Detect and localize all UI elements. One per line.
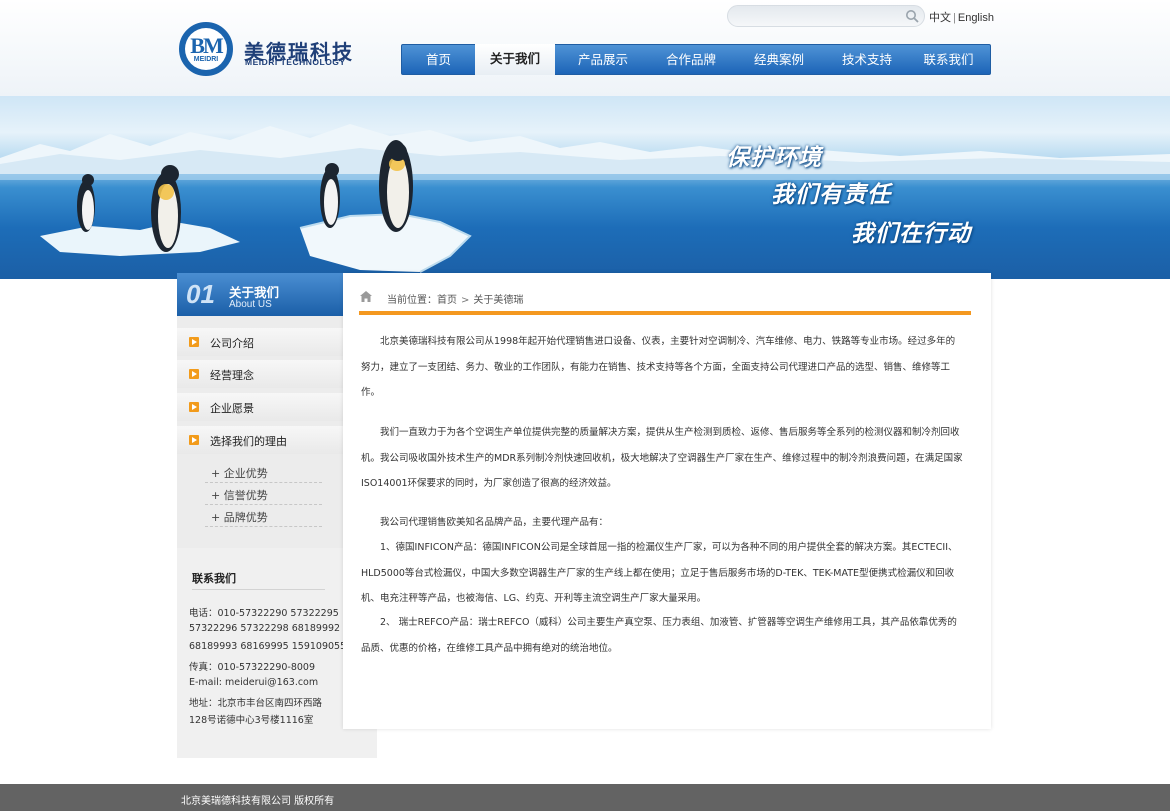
contact-title: 联系我们 — [192, 572, 236, 585]
sidebar-item-label: 公司介绍 — [210, 337, 254, 350]
brand-name-en: MEIDRI TECHNOLOGY — [245, 57, 346, 67]
sidebar-item-vision[interactable]: 企业愿景 — [177, 393, 343, 421]
header: BM MEIDRI 美德瑞科技 MEIDRI TECHNOLOGY 中文 | Eng… — [0, 0, 1170, 96]
arrow-icon — [189, 369, 199, 379]
nav-item-cases[interactable]: 经典案例 — [731, 45, 827, 74]
sidebar-subitem-brand-advantage[interactable]: + 品牌优势 — [205, 505, 322, 527]
search-box — [727, 5, 925, 27]
home-icon — [360, 291, 372, 302]
sidebar-subitem-label: + 品牌优势 — [211, 511, 268, 524]
penguin-icon — [379, 140, 413, 232]
banner-slogan-1: 保护环境 — [726, 145, 822, 171]
contact-email: E-mail: meiderui@163.com — [189, 677, 319, 688]
sidebar-header: 01 关于我们 About US — [177, 273, 343, 316]
contact-line: 68189993 68169995 15910905585 — [189, 641, 359, 652]
breadcrumb-separator: > — [461, 295, 470, 306]
lang-cn-link[interactable]: 中文 — [929, 12, 951, 24]
breadcrumb-current: 关于美德瑞 — [473, 295, 524, 306]
footer-copyright: 北京美瑞德科技有限公司 版权所有 — [181, 796, 335, 807]
search-icon[interactable] — [905, 9, 919, 23]
arrow-icon — [189, 337, 199, 347]
sidebar-item-business-philosophy[interactable]: 经营理念 — [177, 360, 343, 388]
nav-item-home[interactable]: 首页 — [402, 45, 475, 74]
contact-line: 128号诺德中心3号楼1116室 — [189, 715, 314, 726]
lang-en-link[interactable]: English — [958, 12, 994, 24]
sidebar-subitem-credit-advantage[interactable]: + 信誉优势 — [205, 483, 322, 505]
lang-separator: | — [953, 12, 956, 24]
sidebar-item-company-intro[interactable]: 公司介绍 — [177, 328, 343, 356]
logo-mark: BM MEIDRI — [179, 22, 233, 76]
sidebar-subtitle: About US — [229, 299, 272, 310]
content-paragraph: 北京美德瑞科技有限公司从1998年起开始代理销售进口设备、仪表，主要针对空调制冷… — [361, 336, 956, 398]
footer: 北京美瑞德科技有限公司 版权所有 — [0, 784, 1170, 811]
sidebar-item-label: 企业愿景 — [210, 402, 254, 415]
breadcrumb-prefix: 当前位置： — [387, 295, 437, 306]
language-switch: 中文 | English — [929, 9, 994, 25]
sidebar-item-why-us[interactable]: 选择我们的理由 — [177, 426, 343, 454]
sidebar-subitem-enterprise-advantage[interactable]: + 企业优势 — [205, 461, 322, 483]
logo[interactable]: BM MEIDRI 美德瑞科技 MEIDRI TECHNOLOGY — [179, 22, 359, 78]
banner-slogan-3: 我们在行动 — [851, 221, 971, 247]
sidebar-item-label: 选择我们的理由 — [210, 435, 287, 448]
divider — [192, 589, 325, 590]
contact-line: 地址：北京市丰台区南四环西路 — [189, 698, 323, 709]
banner-illustration — [0, 124, 1170, 273]
contact-line: 57322296 57322298 68189992 — [189, 623, 341, 634]
contact-line: 传真：010-57322290-8009 — [189, 662, 316, 673]
sidebar-subitem-label: + 企业优势 — [211, 467, 268, 480]
nav-item-about[interactable]: 关于我们 — [475, 44, 555, 75]
search-input[interactable] — [740, 8, 900, 24]
nav-item-products[interactable]: 产品展示 — [555, 45, 651, 74]
nav-item-contact[interactable]: 联系我们 — [907, 45, 990, 74]
sidebar-subitem-label: + 信誉优势 — [211, 489, 268, 502]
penguin-icon — [77, 174, 95, 232]
nav-item-brands[interactable]: 合作品牌 — [651, 45, 731, 74]
content-paragraph: 2、 瑞士REFCO产品：瑞士REFCO（威科）公司主要生产真空泵、压力表组、加… — [361, 617, 957, 654]
hero-banner: 保护环境 我们有责任 我们在行动 — [0, 96, 1170, 279]
breadcrumb-home-link[interactable]: 首页 — [437, 295, 457, 306]
content-paragraph: 1、德国INFICON产品：德国INFICON公司是全球首屈一指的检漏仪生产厂家… — [361, 542, 958, 604]
divider — [359, 311, 971, 315]
arrow-icon — [189, 402, 199, 412]
arrow-icon — [189, 435, 199, 445]
contact-line: 电话：010-57322290 57322295 — [189, 608, 339, 619]
logo-mark-small-text: MEIDRI — [193, 56, 219, 63]
banner-slogan-2: 我们有责任 — [771, 182, 891, 208]
content-paragraph: 我公司代理销售欧美知名品牌产品，主要代理产品有： — [380, 517, 609, 528]
content-paragraph: 我们一直致力于为各个空调生产单位提供完整的质量解决方案，提供从生产检测到质检、返… — [361, 427, 963, 489]
main-content: 当前位置：首页 > 关于美德瑞 北京美德瑞科技有限公司从1998年起开始代理销售进口… — [343, 273, 991, 729]
sidebar-number: 01 — [186, 279, 215, 309]
main-nav: 首页 关于我们 产品展示 合作品牌 经典案例 技术支持 联系我们 — [401, 44, 991, 75]
nav-item-support[interactable]: 技术支持 — [827, 45, 907, 74]
sidebar-item-label: 经营理念 — [210, 369, 254, 382]
